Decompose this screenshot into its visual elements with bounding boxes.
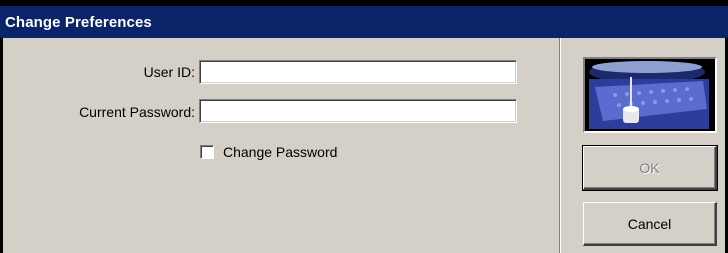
- window-title: Change Preferences: [5, 14, 152, 31]
- current-password-label: Current Password:: [79, 104, 195, 120]
- current-password-input[interactable]: [199, 99, 517, 123]
- ok-button[interactable]: OK: [582, 145, 718, 191]
- product-logo-image: [583, 57, 717, 133]
- user-id-input[interactable]: [199, 60, 517, 84]
- change-password-checkbox[interactable]: [200, 145, 214, 159]
- logo-graphic: [585, 59, 715, 131]
- user-id-label: User ID:: [143, 64, 195, 80]
- panel-divider-highlight: [560, 38, 561, 253]
- window-left-edge: [0, 38, 3, 253]
- change-password-label[interactable]: Change Password: [223, 144, 337, 160]
- cancel-button[interactable]: Cancel: [583, 202, 717, 246]
